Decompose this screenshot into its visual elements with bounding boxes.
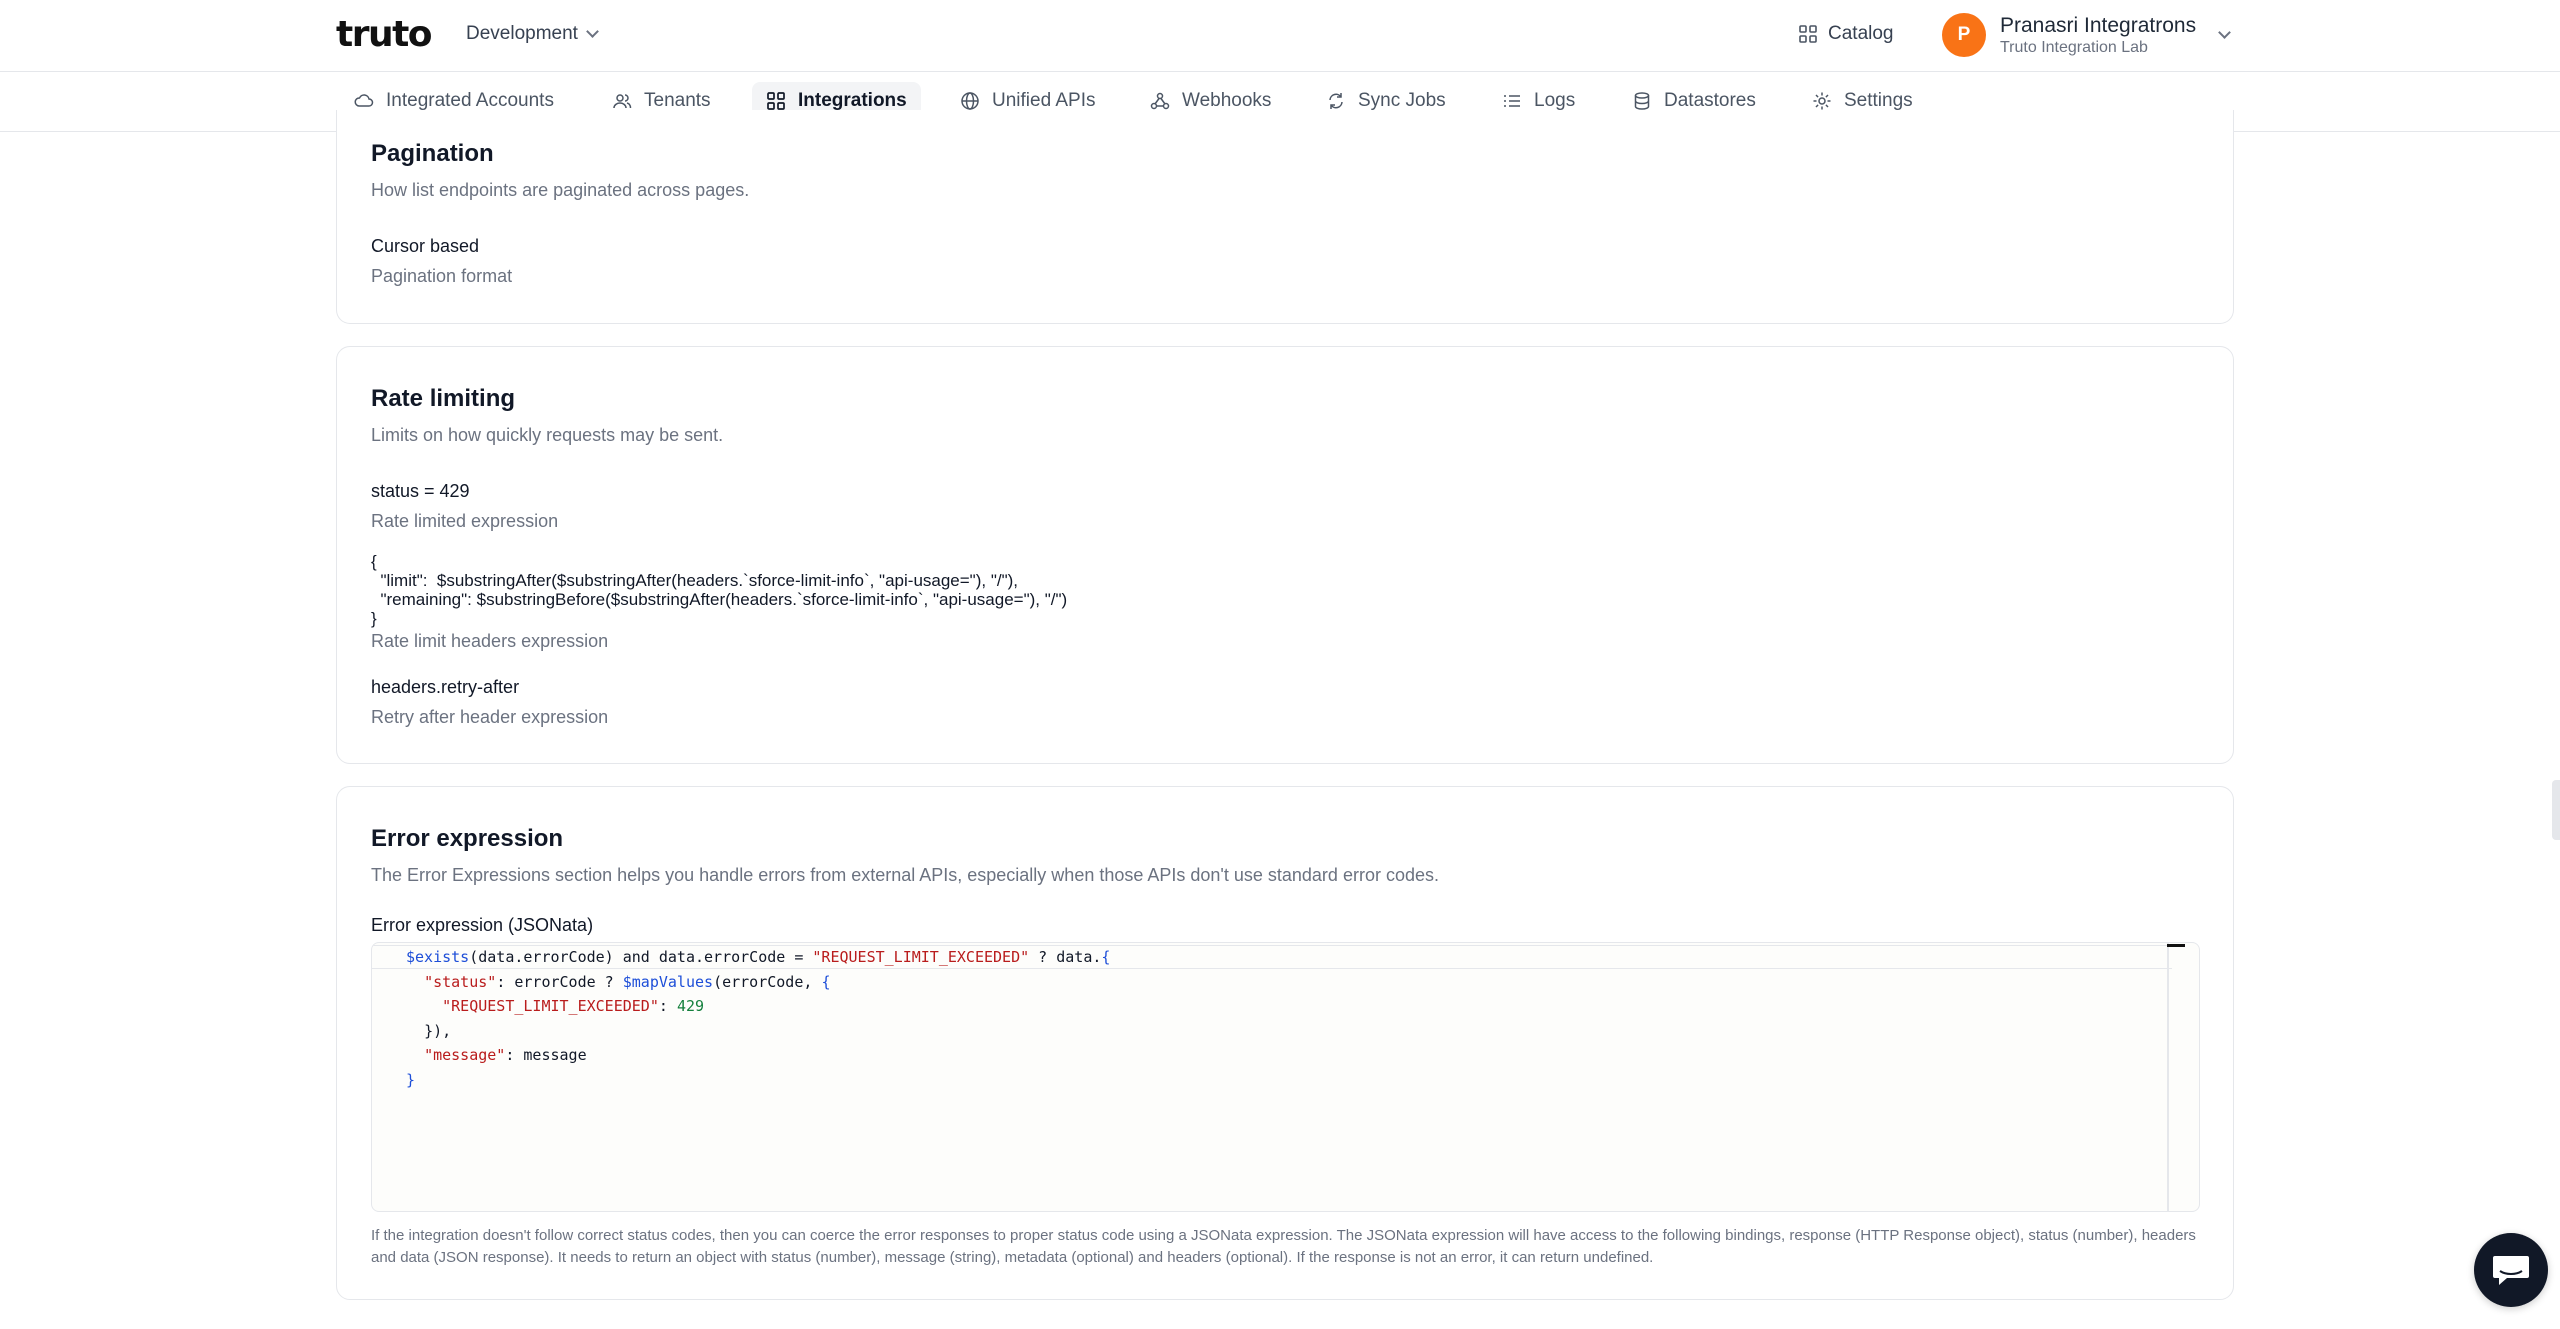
- section-title: Pagination: [371, 140, 494, 167]
- catalog-button[interactable]: Catalog: [1798, 18, 1894, 50]
- code-token: (errorCode,: [713, 972, 822, 991]
- database-icon: [1634, 92, 1650, 110]
- error-expression-field-label: Error expression (JSONata): [371, 915, 594, 935]
- code-content[interactable]: $exists(data.errorCode) and data.errorCo…: [406, 945, 1110, 1092]
- page-scrollbar[interactable]: [2552, 780, 2560, 840]
- gear-icon: [1813, 92, 1831, 110]
- user-org: Truto Integration Lab: [2000, 39, 2148, 56]
- rate-limit-headers-label: Rate limit headers expression: [371, 631, 609, 651]
- nav-item-label: Webhooks: [1182, 90, 1272, 111]
- catalog-label: Catalog: [1828, 23, 1894, 44]
- nav-item-label: Sync Jobs: [1358, 90, 1446, 111]
- user-name: Pranasri Integratrons: [2000, 13, 2197, 37]
- avatar: P: [1942, 13, 1986, 57]
- chat-icon: [2493, 1256, 2529, 1285]
- error-expression-card: Error expression The Error Expressions s…: [336, 786, 2234, 1300]
- pagination-card: Pagination How list endpoints are pagina…: [336, 110, 2234, 324]
- cloud-icon: [354, 94, 374, 107]
- rate-limited-expression-value: status = 429: [371, 481, 470, 501]
- retry-after-label: Retry after header expression: [371, 707, 609, 727]
- section-subtitle: How list endpoints are paginated across …: [371, 180, 750, 200]
- code-token: : errorCode ?: [496, 972, 623, 991]
- chevron-down-icon: [2218, 25, 2231, 39]
- code-token: 429: [676, 997, 705, 1015]
- code-token: ? data.: [1029, 948, 1102, 966]
- nav-item-label: Logs: [1534, 90, 1576, 111]
- nav-item-label: Integrated Accounts: [386, 90, 554, 111]
- nav-item-label: Unified APIs: [992, 90, 1096, 111]
- environment-switcher[interactable]: Development: [466, 20, 599, 48]
- top-bar: truto Development Catalog P Pranasri Int…: [0, 0, 2560, 72]
- globe-icon: [961, 92, 979, 110]
- code-token: {: [821, 972, 831, 991]
- code-token: {: [1101, 948, 1111, 966]
- code-token: (data.errorCode) and data.errorCode =: [469, 948, 813, 966]
- code-token: : message: [505, 1046, 587, 1064]
- list-icon: [1504, 95, 1520, 107]
- rate-limiting-card: Rate limiting Limits on how quickly requ…: [336, 346, 2234, 764]
- logo-text: truto: [336, 13, 433, 55]
- chat-button[interactable]: [2474, 1233, 2548, 1307]
- grid-icon: [1799, 25, 1817, 43]
- sync-icon: [1329, 93, 1343, 109]
- nav-item-label: Settings: [1844, 90, 1913, 111]
- error-expression-help-text: If the integration doesn't follow correc…: [371, 1227, 2196, 1266]
- rate-limited-expression-label: Rate limited expression: [371, 511, 559, 531]
- code-token: "REQUEST_LIMIT_EXCEEDED": [812, 948, 1030, 966]
- users-icon: [613, 94, 632, 109]
- code-token: $mapValues: [622, 972, 714, 991]
- chevron-down-icon: [586, 24, 599, 38]
- code-token: }: [406, 1070, 416, 1089]
- editor-cursor: [2167, 944, 2185, 947]
- section-title: Error expression: [371, 825, 564, 852]
- truto-logo[interactable]: truto: [336, 13, 433, 55]
- grid-icon: [767, 92, 785, 110]
- code-token: }),: [424, 1021, 452, 1040]
- pagination-format-value: Cursor based: [371, 236, 480, 256]
- editor-scrollbar[interactable]: [2167, 943, 2169, 1211]
- rate-limit-headers-value: { "limit": $substringAfter($substringAft…: [371, 552, 1068, 628]
- user-menu[interactable]: P Pranasri Integratrons Truto Integratio…: [1942, 9, 2231, 61]
- section-subtitle: The Error Expressions section helps you …: [371, 865, 1439, 885]
- code-token: "REQUEST_LIMIT_EXCEEDED": [442, 997, 659, 1015]
- code-token: $exists: [406, 948, 470, 966]
- error-expression-editor[interactable]: $exists(data.errorCode) and data.errorCo…: [371, 942, 2200, 1212]
- nav-item-label: Tenants: [644, 90, 711, 111]
- nav-item-label: Datastores: [1664, 90, 1756, 111]
- nav-item-label: Integrations: [798, 90, 907, 111]
- code-token: "message": [424, 1046, 506, 1064]
- webhook-icon: [1150, 92, 1170, 110]
- environment-label: Development: [466, 23, 578, 44]
- pagination-format-label: Pagination format: [371, 266, 513, 286]
- retry-after-value: headers.retry-after: [371, 677, 520, 697]
- code-token: "status": [424, 972, 497, 991]
- code-token: :: [658, 997, 677, 1015]
- section-title: Rate limiting: [371, 385, 516, 412]
- section-subtitle: Limits on how quickly requests may be se…: [371, 425, 724, 445]
